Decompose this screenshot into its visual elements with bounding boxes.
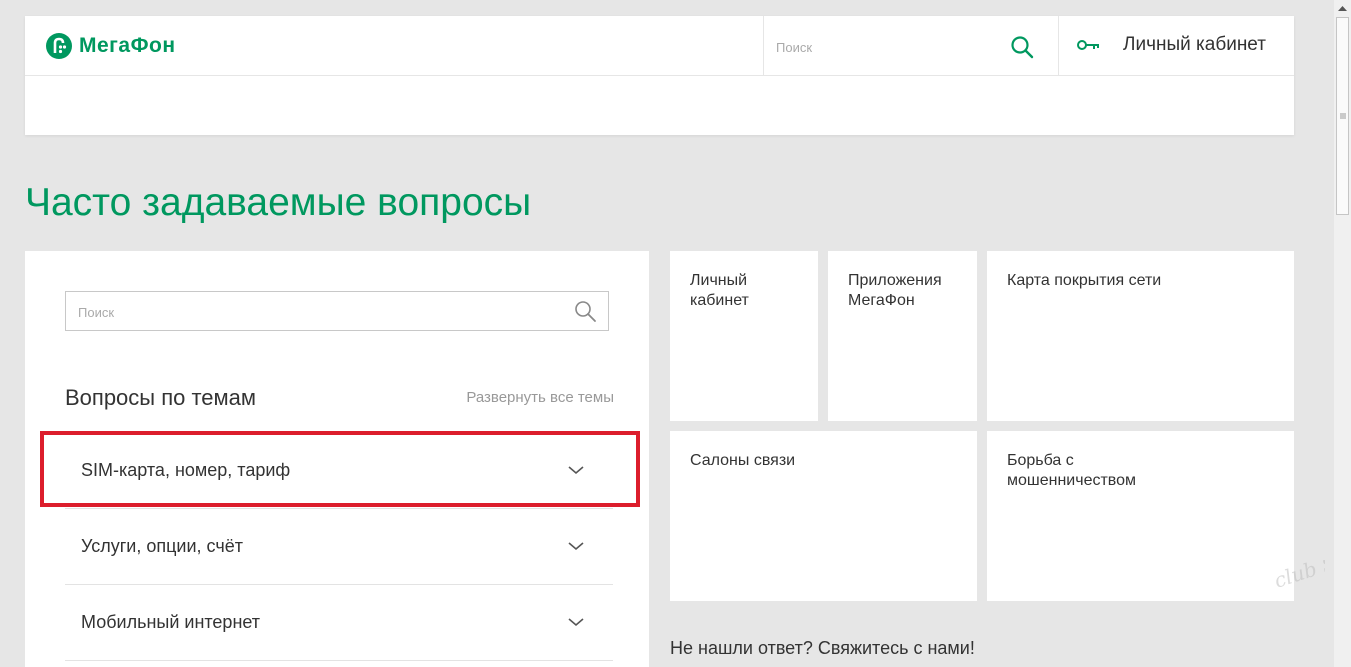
tile-coverage-map[interactable]: Карта покрытия сети — [987, 251, 1294, 421]
scroll-up-arrow-icon[interactable] — [1334, 0, 1351, 17]
tile-label: Карта покрытия сети — [1007, 272, 1162, 289]
tile-label: Личный кабинет — [690, 272, 749, 309]
chevron-down-icon — [568, 466, 584, 475]
page-title: Часто задаваемые вопросы — [25, 181, 532, 224]
tile-megafon-apps[interactable]: Приложения МегаФон — [828, 251, 977, 421]
search-icon[interactable] — [573, 299, 597, 323]
topics-title: Вопросы по темам — [65, 385, 257, 410]
faq-panel: Вопросы по темам Развернуть все темы SIM… — [25, 251, 649, 667]
chevron-down-icon — [568, 618, 584, 627]
topic-label: Мобильный интернет — [81, 612, 261, 632]
expand-all-topics-link[interactable]: Развернуть все темы — [466, 389, 614, 406]
scrollbar-grip-icon — [1340, 113, 1346, 119]
tile-service-centers[interactable]: Салоны связи — [670, 431, 977, 601]
tile-personal-cabinet[interactable]: Личный кабинет — [670, 251, 818, 421]
header-search-input[interactable] — [774, 34, 998, 60]
topic-label: SIM-карта, номер, тариф — [81, 460, 291, 480]
scrollbar-thumb[interactable] — [1336, 17, 1349, 215]
watermark-logo: club Sovet — [1271, 560, 1325, 593]
personal-cabinet-link[interactable]: Личный кабинет — [1077, 34, 1266, 56]
vertical-scrollbar[interactable] — [1334, 0, 1351, 667]
personal-cabinet-label: Личный кабинет — [1123, 34, 1266, 55]
faq-search-input[interactable] — [76, 299, 560, 325]
contact-us-text: Не нашли ответ? Свяжитесь с нами! — [670, 638, 975, 658]
topic-item-mobile-internet[interactable]: Мобильный интернет — [65, 584, 613, 661]
faq-search — [65, 291, 609, 331]
search-icon[interactable] — [1009, 34, 1035, 60]
watermark-text: club Sovet — [1271, 560, 1325, 593]
logo-text: МегаФон — [79, 34, 176, 57]
topic-item-sim-card[interactable]: SIM-карта, номер, тариф — [65, 432, 613, 509]
header: МегаФон Личный кабинет — [25, 16, 1294, 135]
tile-label: Борьба с мошенничеством — [1007, 452, 1137, 489]
topic-item-services[interactable]: Услуги, опции, счёт — [65, 508, 613, 585]
header-top-bar: МегаФон Личный кабинет — [25, 16, 1294, 76]
megafon-logo-icon — [46, 33, 72, 59]
chevron-down-icon — [568, 542, 584, 551]
megafon-logo[interactable]: МегаФон — [45, 32, 176, 60]
topic-label: Услуги, опции, счёт — [81, 536, 243, 556]
header-search — [763, 16, 1059, 75]
tile-label: Приложения МегаФон — [848, 272, 942, 309]
tile-label: Салоны связи — [690, 452, 796, 469]
key-icon — [1077, 40, 1099, 50]
